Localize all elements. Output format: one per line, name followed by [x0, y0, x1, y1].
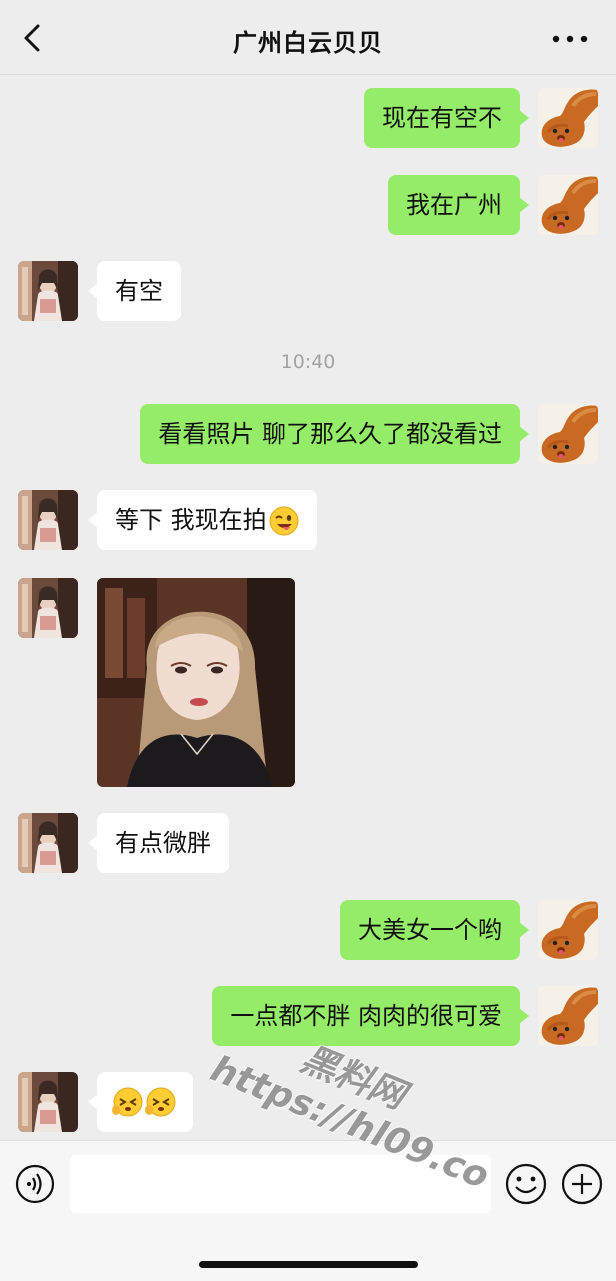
message-bubble-received[interactable] — [88, 1072, 193, 1132]
more-dots-icon[interactable] — [550, 32, 590, 46]
input-bar — [0, 1140, 616, 1281]
selfie-photo[interactable] — [97, 578, 295, 787]
my-avatar[interactable] — [538, 900, 598, 960]
contact-avatar[interactable] — [18, 1072, 78, 1132]
my-avatar[interactable] — [538, 175, 598, 235]
contact-avatar[interactable] — [18, 490, 78, 550]
message-input[interactable] — [70, 1155, 491, 1213]
squinting-face-icon — [112, 1087, 176, 1117]
my-avatar[interactable] — [538, 986, 598, 1046]
my-avatar[interactable] — [538, 88, 598, 148]
message-bubble-sent[interactable]: 现在有空不 — [364, 88, 529, 148]
voice-icon[interactable] — [15, 1164, 55, 1204]
message-bubble-received[interactable]: 等下 我现在拍 — [88, 490, 317, 550]
message-bubble-sent[interactable]: 大美女一个哟 — [340, 900, 529, 960]
message-bubble-sent[interactable]: 看看照片 聊了那么久了都没看过 — [140, 404, 529, 464]
contact-avatar[interactable] — [18, 261, 78, 321]
message-text: 等下 我现在拍 — [115, 506, 267, 534]
contact-avatar[interactable] — [18, 578, 78, 638]
message-bubble-sent[interactable]: 一点都不胖 肉肉的很可爱 — [212, 986, 529, 1046]
message-bubble-sent[interactable]: 我在广州 — [388, 175, 529, 235]
my-avatar[interactable] — [538, 404, 598, 464]
message-list[interactable]: 现在有空不 我在广州 有空 10:40 看看照片 聊了那么久了都没看过 等下 我… — [0, 75, 616, 1140]
message-bubble-received[interactable]: 有点微胖 — [88, 813, 229, 873]
emoji-icon[interactable] — [505, 1163, 547, 1205]
chat-title: 广州白云贝贝 — [233, 29, 383, 57]
contact-avatar[interactable] — [18, 813, 78, 873]
winking-face-icon — [269, 506, 299, 536]
chat-header: 广州白云贝贝 — [0, 0, 616, 75]
message-bubble-received[interactable]: 有空 — [88, 261, 181, 321]
message-timestamp: 10:40 — [280, 351, 336, 373]
home-indicator — [199, 1261, 418, 1268]
plus-icon[interactable] — [561, 1163, 603, 1205]
